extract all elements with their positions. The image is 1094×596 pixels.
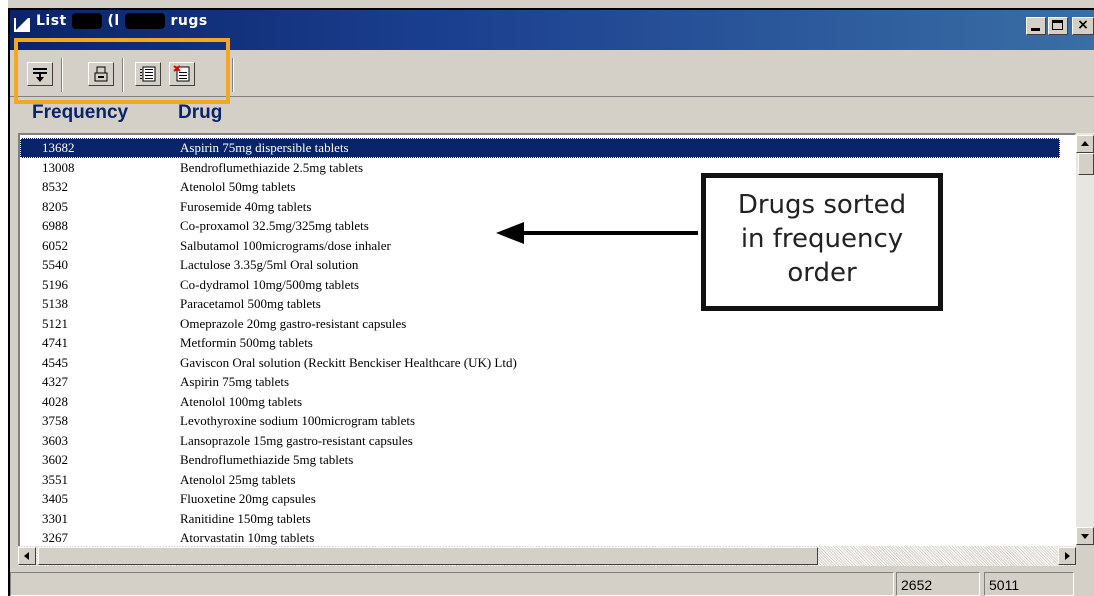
list-item[interactable]: 3405 Fluoxetine 20mg capsules xyxy=(20,489,1060,509)
frequency-cell: 8532 xyxy=(42,179,68,194)
drug-cell: Salbutamol 100micrograms/dose inhaler xyxy=(180,237,391,253)
drug-cell: Lactulose 3.35g/5ml Oral solution xyxy=(180,257,359,272)
frequency-cell: 5138 xyxy=(42,296,68,311)
scroll-up-button[interactable] xyxy=(1076,135,1094,153)
toolbar-highlight-box xyxy=(14,38,230,104)
list-item[interactable]: 3603 Lansoprazole 15mg gastro-resistant c… xyxy=(20,431,1060,451)
annotation-callout: Drugs sorted in frequency order xyxy=(701,173,943,311)
frequency-cell: 3758 xyxy=(42,413,68,428)
frequency-cell: 13008 xyxy=(42,159,75,175)
app-icon[interactable] xyxy=(14,18,30,32)
list-item[interactable]: 3551 Atenolol 25mg tablets xyxy=(20,470,1060,490)
callout-line-3: order xyxy=(787,258,857,288)
list-item[interactable]: 13682 Aspirin 75mg dispersible tablets xyxy=(20,138,1060,158)
drug-cell: Gaviscon Oral solution (Reckitt Benckise… xyxy=(180,354,517,370)
maximize-button[interactable] xyxy=(1048,17,1068,35)
drug-cell: Co-dydramol 10mg/500mg tablets xyxy=(180,276,360,292)
callout-arrow-shaft xyxy=(520,231,698,235)
frequency-cell: 3551 xyxy=(42,471,68,487)
drug-cell: Bendroflumethiazide 2.5mg tablets xyxy=(180,159,364,175)
frequency-cell: 5540 xyxy=(42,257,68,272)
frequency-cell: 3603 xyxy=(42,432,68,448)
frequency-cell: 3267 xyxy=(42,530,68,545)
arrow-left-icon xyxy=(24,552,29,560)
frequency-cell: 4327 xyxy=(42,374,68,389)
minimize-button[interactable] xyxy=(1026,17,1046,35)
title-part-1: List xyxy=(36,13,67,29)
redaction-mark xyxy=(72,13,103,29)
frequency-cell: 3405 xyxy=(42,491,68,506)
background-margin xyxy=(0,0,8,596)
title-part-2: (l xyxy=(107,13,120,29)
list-item[interactable]: 3301 Ranitidine 150mg tablets xyxy=(20,509,1060,529)
arrow-right-icon xyxy=(1065,552,1070,560)
drug-cell: Aspirin 75mg dispersible tablets xyxy=(180,140,349,155)
drug-cell: Fluoxetine 20mg capsules xyxy=(180,491,316,506)
drug-cell: Atenolol 50mg tablets xyxy=(180,179,296,194)
frequency-cell: 5196 xyxy=(42,276,68,292)
column-header-frequency[interactable]: Frequency xyxy=(32,102,128,124)
drug-cell: Atorvastatin 10mg tablets xyxy=(180,530,315,545)
drug-cell: Paracetamol 500mg tablets xyxy=(180,296,321,311)
list-item[interactable]: 3758 Levothyroxine sodium 100microgram ta… xyxy=(20,411,1060,431)
close-button[interactable]: × xyxy=(1072,17,1094,35)
frequency-cell: 4741 xyxy=(42,335,68,350)
frequency-cell: 6052 xyxy=(42,237,68,253)
drug-cell: Bendroflumethiazide 5mg tablets xyxy=(180,452,354,467)
scroll-down-button[interactable] xyxy=(1076,527,1094,545)
toolbar-separator xyxy=(232,58,234,92)
scroll-left-button[interactable] xyxy=(18,547,36,565)
drug-cell: Furosemide 40mg tablets xyxy=(180,198,312,214)
frequency-cell: 3301 xyxy=(42,510,68,526)
frequency-cell: 5121 xyxy=(42,315,68,331)
drug-cell: Atenolol 25mg tablets xyxy=(180,471,296,487)
status-panel-right: 5011 xyxy=(984,572,1074,596)
scroll-right-button[interactable] xyxy=(1058,547,1076,565)
column-header-drug[interactable]: Drug xyxy=(178,102,222,124)
callout-line-1: Drugs sorted xyxy=(737,190,907,220)
close-icon: × xyxy=(1077,17,1089,33)
status-panel-main xyxy=(10,572,894,596)
drug-cell: Atenolol 100mg tablets xyxy=(180,393,303,409)
list-item[interactable]: 4028 Atenolol 100mg tablets xyxy=(20,392,1060,412)
callout-line-2: in frequency xyxy=(740,224,904,254)
frequency-cell: 6988 xyxy=(42,218,68,233)
drug-cell: Levothyroxine sodium 100microgram tablet… xyxy=(180,413,416,428)
frequency-cell: 13682 xyxy=(42,140,75,155)
frequency-cell: 4028 xyxy=(42,393,68,409)
list-item[interactable]: 3267 Atorvastatin 10mg tablets xyxy=(20,528,1060,548)
frequency-cell: 3602 xyxy=(42,452,68,467)
arrow-up-icon xyxy=(1081,141,1089,146)
frequency-cell: 4545 xyxy=(42,354,68,370)
list-item[interactable]: 4545 Gaviscon Oral solution (Reckitt Benc… xyxy=(20,353,1060,373)
drug-cell: Ranitidine 150mg tablets xyxy=(180,510,311,526)
list-item[interactable]: 4327 Aspirin 75mg tablets xyxy=(20,372,1060,392)
list-item[interactable]: 3602 Bendroflumethiazide 5mg tablets xyxy=(20,450,1060,470)
title-part-3: rugs xyxy=(170,13,208,29)
minimize-icon xyxy=(1031,28,1040,31)
vertical-scroll-thumb[interactable] xyxy=(1078,153,1094,175)
list-item[interactable]: 4741 Metformin 500mg tablets xyxy=(20,333,1060,353)
callout-arrow-head xyxy=(496,222,524,244)
drug-cell: Aspirin 75mg tablets xyxy=(180,374,290,389)
list-item[interactable]: 5121 Omeprazole 20mg gastro-resistant cap… xyxy=(20,314,1060,334)
frequency-cell: 8205 xyxy=(42,198,68,214)
vertical-scrollbar[interactable] xyxy=(1076,133,1094,545)
status-panel-left: 2652 xyxy=(896,572,980,596)
redaction-mark xyxy=(125,13,166,29)
drug-cell: Co-proxamol 32.5mg/325mg tablets xyxy=(180,218,369,233)
horizontal-scroll-thumb[interactable] xyxy=(38,547,818,565)
drug-cell: Omeprazole 20mg gastro-resistant capsule… xyxy=(180,315,407,331)
arrow-down-icon xyxy=(1081,534,1089,539)
drug-cell: Metformin 500mg tablets xyxy=(180,335,313,350)
drug-cell: Lansoprazole 15mg gastro-resistant capsu… xyxy=(180,432,413,448)
window-title: List (l rugs xyxy=(36,13,208,29)
maximize-icon xyxy=(1052,20,1063,30)
